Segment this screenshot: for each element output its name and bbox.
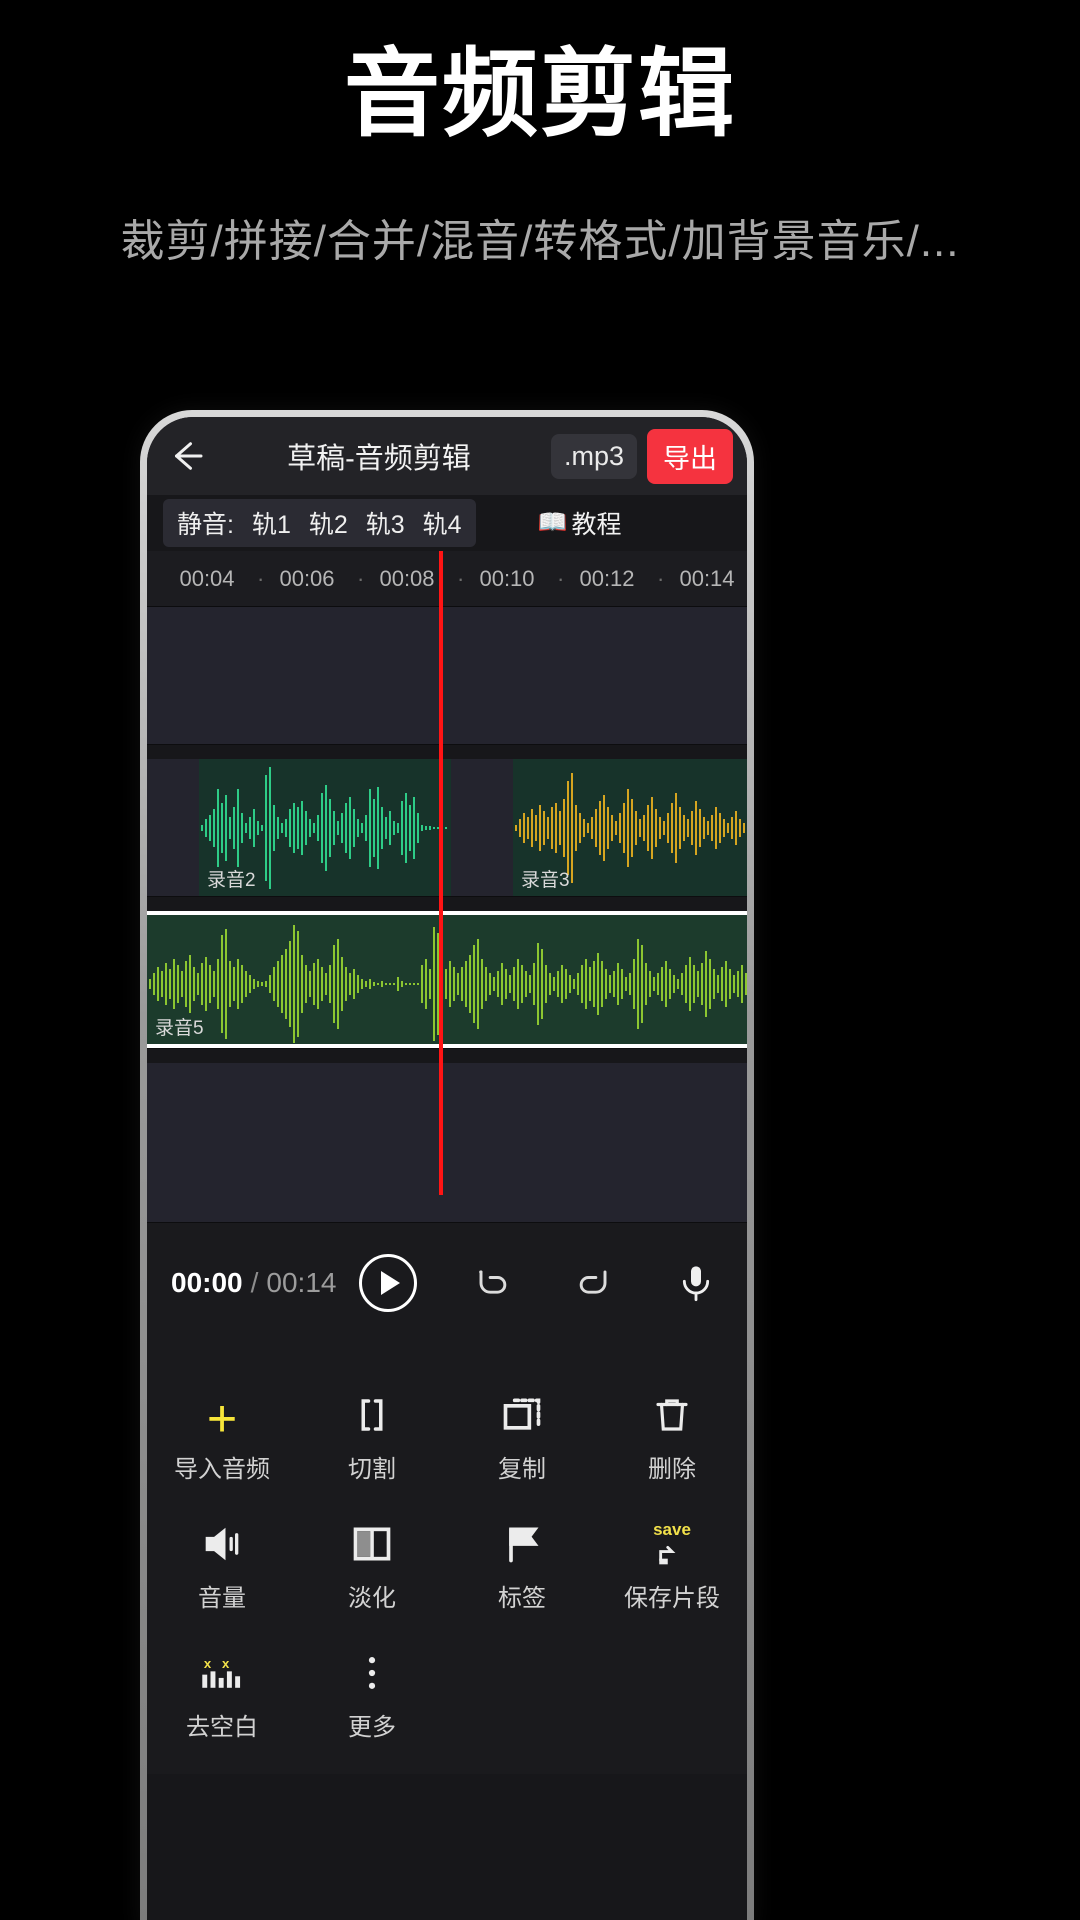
- svg-text:x: x: [204, 1656, 212, 1671]
- export-button[interactable]: 导出: [647, 428, 733, 484]
- transport-controls: [359, 1254, 723, 1312]
- mute-bar: 静音: 轨1 轨2 轨3 轨4 📖 教程: [147, 495, 747, 551]
- svg-text:x: x: [222, 1656, 230, 1671]
- app-header: 草稿-音频剪辑 .mp3 导出: [147, 417, 747, 495]
- tool-volume[interactable]: 音量: [147, 1498, 297, 1627]
- app-title: 草稿-音频剪辑: [287, 443, 471, 475]
- tutorial-label: 教程: [571, 511, 622, 539]
- ruler-tick-4: 00:10: [479, 565, 535, 591]
- tool-more[interactable]: 更多: [297, 1627, 447, 1756]
- copy-icon: [500, 1385, 544, 1437]
- undo-icon[interactable]: [465, 1256, 519, 1310]
- save-badge: save: [653, 1520, 691, 1539]
- tool-label: 复制: [498, 1456, 546, 1483]
- timeline-tracks[interactable]: 录音2 录音3 录音5: [147, 551, 747, 1223]
- plus-icon: +: [206, 1389, 238, 1448]
- tool-label: 标签: [498, 1585, 546, 1612]
- track-divider-2: [147, 897, 747, 911]
- tool-label: 导入音频: [174, 1456, 270, 1483]
- tool-split[interactable]: 切割: [297, 1369, 447, 1498]
- transport-bar: 00:00 / 00:14: [147, 1223, 747, 1343]
- tool-grid: + 导入音频 切割 复制 删除 音量 淡化 标签 save 保存片段 x x 去…: [147, 1343, 747, 1774]
- tool-row-2: 音量 淡化 标签 save 保存片段: [147, 1498, 747, 1627]
- remove-silence-icon: x x: [199, 1643, 245, 1695]
- waveform-recording-5: [149, 925, 747, 1043]
- tool-empty-slot-2: [597, 1627, 747, 1756]
- more-dots-icon: [362, 1643, 382, 1695]
- ruler-tick-6: 00:14: [679, 565, 735, 591]
- tool-remove-silence[interactable]: x x 去空白: [147, 1627, 297, 1756]
- fade-icon: [350, 1514, 394, 1566]
- save-clip-icon: save: [653, 1514, 691, 1566]
- track-divider-3: [147, 1049, 747, 1063]
- track-row-1[interactable]: [147, 607, 747, 745]
- clip-recording-5[interactable]: 录音5: [147, 911, 747, 1048]
- mute-track-2[interactable]: 轨2: [309, 505, 348, 541]
- play-triangle: [381, 1271, 400, 1295]
- time-separator: /: [250, 1267, 259, 1298]
- redo-icon[interactable]: [567, 1256, 621, 1310]
- page-subtitle: 裁剪/拼接/合并/混音/转格式/加背景音乐/...: [120, 217, 960, 266]
- mute-track-group: 静音: 轨1 轨2 轨3 轨4: [163, 499, 476, 547]
- clip-label-recording-2: 录音2: [207, 870, 256, 891]
- tool-row-3: x x 去空白 更多: [147, 1627, 747, 1756]
- ruler-tick-1: 00:04: [179, 565, 235, 591]
- format-button[interactable]: .mp3: [550, 433, 637, 479]
- volume-icon: [200, 1514, 244, 1566]
- clip-recording-2[interactable]: 录音2: [199, 759, 451, 896]
- tool-copy[interactable]: 复制: [447, 1369, 597, 1498]
- clip-label-recording-5: 录音5: [155, 1018, 204, 1039]
- tool-label: 淡化: [348, 1585, 396, 1612]
- tool-empty-slot-1: [447, 1627, 597, 1756]
- playhead[interactable]: [439, 551, 443, 1195]
- flag-icon: [500, 1514, 544, 1566]
- tool-label: 更多: [348, 1714, 396, 1741]
- mute-track-4[interactable]: 轨4: [423, 505, 462, 541]
- tool-delete[interactable]: 删除: [597, 1369, 747, 1498]
- clip-recording-3[interactable]: 录音3: [513, 759, 747, 896]
- ruler-tick-2: 00:06: [279, 565, 335, 591]
- mute-track-1[interactable]: 轨1: [252, 505, 291, 541]
- track-row-4[interactable]: [147, 1063, 747, 1223]
- promo-page: 音频剪辑 裁剪/拼接/合并/混音/转格式/加背景音乐/... 草稿-音频剪辑 .…: [0, 0, 1080, 1920]
- tool-save-clip[interactable]: save 保存片段: [597, 1498, 747, 1627]
- page-title: 音频剪辑: [344, 41, 736, 148]
- tool-label: 删除: [648, 1456, 696, 1483]
- tool-label: 去空白: [186, 1714, 258, 1741]
- track-divider-1: [147, 745, 747, 759]
- tool-import-audio[interactable]: + 导入音频: [147, 1369, 297, 1498]
- tutorial-button[interactable]: 📖 教程: [538, 505, 622, 541]
- phone-mockup: 草稿-音频剪辑 .mp3 导出 静音: 轨1 轨2 轨3 轨4 📖 教程 00:…: [140, 410, 754, 1920]
- mute-track-3[interactable]: 轨3: [366, 505, 405, 541]
- track-row-2[interactable]: 录音2 录音3: [147, 759, 747, 897]
- total-time: 00:14: [266, 1267, 337, 1298]
- book-icon: 📖: [537, 509, 568, 536]
- mute-label: 静音:: [177, 511, 234, 539]
- clip-label-recording-3: 录音3: [521, 870, 570, 891]
- tool-label: 保存片段: [624, 1585, 720, 1612]
- phone-screen: 草稿-音频剪辑 .mp3 导出 静音: 轨1 轨2 轨3 轨4 📖 教程 00:…: [147, 417, 747, 1920]
- ruler-tick-5: 00:12: [579, 565, 635, 591]
- tool-label-marker[interactable]: 标签: [447, 1498, 597, 1627]
- back-arrow-icon[interactable]: [161, 430, 213, 482]
- timeline-ruler[interactable]: 00:04 · 00:06 · 00:08 · 00:10 · 00:12 · …: [147, 551, 747, 607]
- current-time: 00:00: [171, 1267, 243, 1298]
- split-icon: [351, 1385, 393, 1437]
- tool-label: 切割: [348, 1456, 396, 1483]
- trash-icon: [651, 1385, 693, 1437]
- tool-label: 音量: [198, 1585, 246, 1612]
- track-row-3[interactable]: 录音5: [147, 911, 747, 1049]
- tool-fade[interactable]: 淡化: [297, 1498, 447, 1627]
- microphone-icon[interactable]: [669, 1256, 723, 1310]
- tool-row-1: + 导入音频 切割 复制 删除: [147, 1369, 747, 1498]
- play-icon[interactable]: [359, 1254, 417, 1312]
